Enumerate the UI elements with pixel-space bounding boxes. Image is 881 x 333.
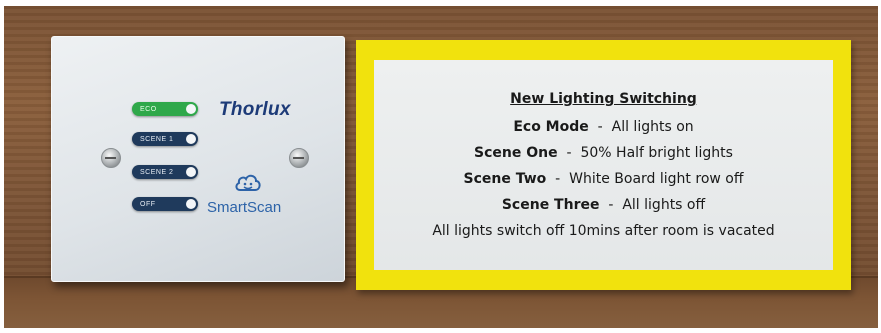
switch-eco[interactable]: ECO	[132, 102, 198, 116]
switch-knob-icon	[186, 134, 196, 144]
sign-title: New Lighting Switching	[510, 91, 697, 107]
switch-knob-icon	[186, 167, 196, 177]
sign-row-desc: All lights on	[611, 119, 694, 135]
sign-row-scene-three: Scene Three - All lights off	[502, 197, 705, 213]
switch-eco-label: ECO	[140, 105, 157, 113]
switch-off-label: OFF	[140, 200, 156, 208]
thorlux-logo: Thorlux	[219, 99, 291, 120]
sign-row-sep: -	[566, 145, 572, 161]
sign-row-desc: All lights off	[622, 197, 706, 213]
sign-row-sep: -	[608, 197, 614, 213]
lighting-instructions-sign: New Lighting Switching Eco Mode - All li…	[356, 40, 851, 290]
sign-row-name: Eco Mode	[513, 119, 589, 135]
sign-row-name: Scene One	[474, 145, 558, 161]
screw-left-icon	[101, 148, 121, 168]
screw-right-icon	[289, 148, 309, 168]
sign-row-eco: Eco Mode - All lights on	[513, 119, 693, 135]
sign-row-desc: 50% Half bright lights	[580, 145, 733, 161]
smartscan-logo: SmartScan	[207, 199, 282, 216]
sign-row-sep: -	[597, 119, 603, 135]
switch-scene-2-label: SCENE 2	[140, 168, 174, 176]
sign-row-name: Scene Three	[501, 197, 600, 213]
sign-row-scene-two: Scene Two - White Board light row off	[463, 171, 743, 187]
switch-off[interactable]: OFF	[132, 197, 198, 211]
sign-row-name: Scene Two	[463, 171, 547, 187]
photo-scene: ECO SCENE 1 SCENE 2 OFF Thorlux SmartSca…	[4, 6, 878, 328]
switch-knob-icon	[186, 104, 196, 114]
sign-card: New Lighting Switching Eco Mode - All li…	[374, 60, 833, 270]
switch-knob-icon	[186, 199, 196, 209]
switch-scene-1[interactable]: SCENE 1	[132, 132, 198, 146]
smartscan-cloud-icon	[235, 174, 261, 191]
lighting-switch-plate: ECO SCENE 1 SCENE 2 OFF Thorlux SmartSca…	[51, 36, 345, 282]
sign-row-scene-one: Scene One - 50% Half bright lights	[474, 145, 733, 161]
switch-scene-2[interactable]: SCENE 2	[132, 165, 198, 179]
sign-footer: All lights switch off 10mins after room …	[432, 223, 775, 239]
sign-row-sep: -	[555, 171, 561, 187]
sign-row-desc: White Board light row off	[569, 171, 744, 187]
switch-scene-1-label: SCENE 1	[140, 135, 174, 143]
